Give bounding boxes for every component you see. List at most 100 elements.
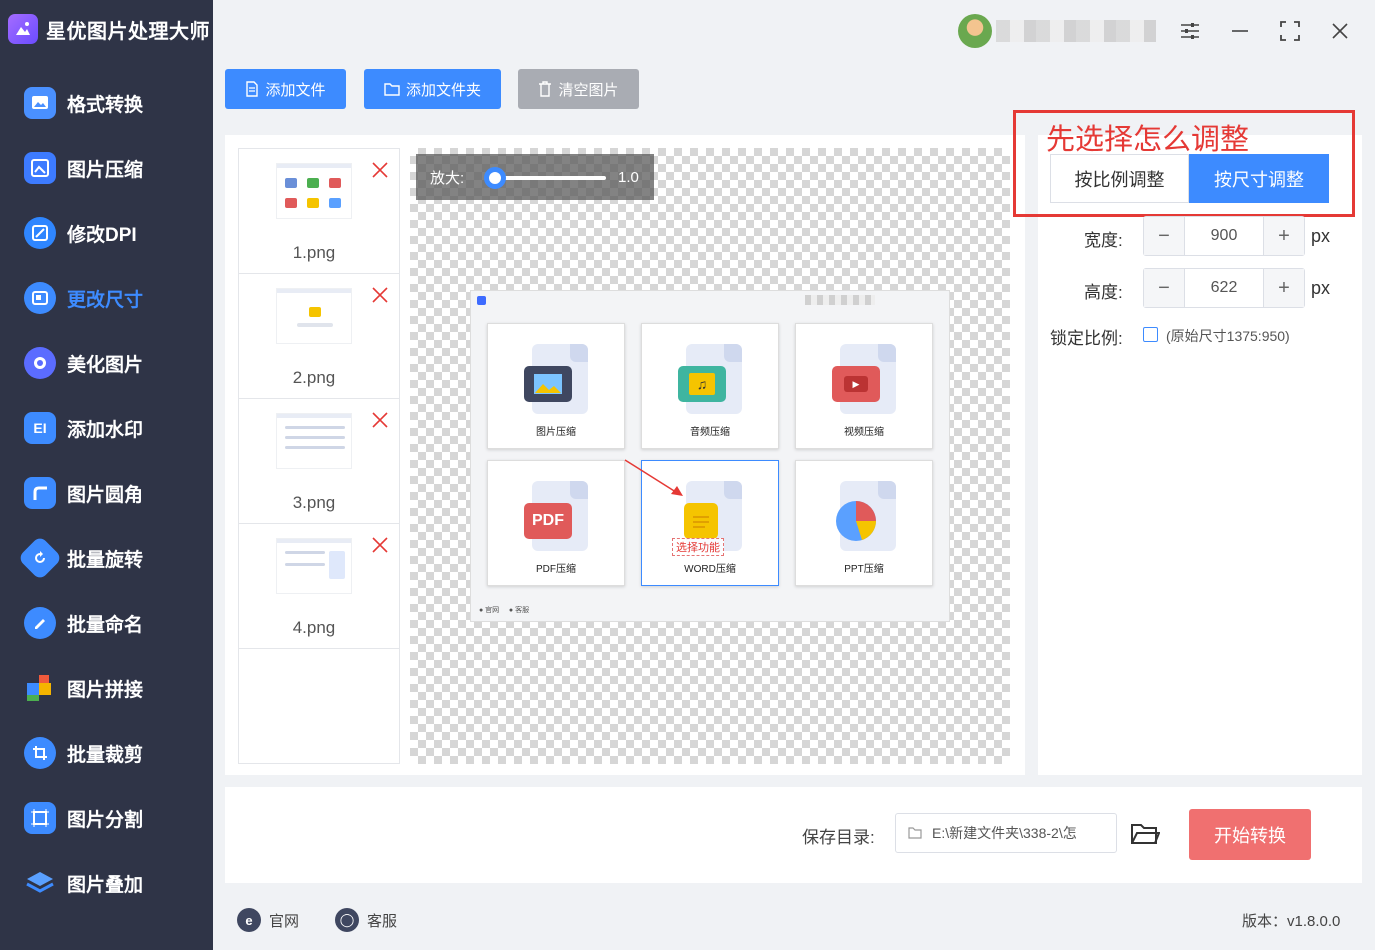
split-icon	[24, 802, 56, 834]
file-list-item[interactable]: 4.png	[239, 524, 399, 649]
annotation-select-function: 选择功能	[672, 538, 724, 556]
width-input[interactable]: 900	[1184, 217, 1264, 255]
website-link[interactable]: e 官网	[237, 907, 299, 933]
website-label: 官网	[269, 912, 300, 930]
delete-file-icon[interactable]	[371, 411, 389, 429]
maximize-icon[interactable]	[1275, 16, 1305, 46]
zoom-value: 1.0	[618, 168, 639, 186]
sidebar-item-crop[interactable]: 批量裁剪	[0, 727, 213, 779]
width-decrease-button[interactable]: −	[1144, 217, 1184, 255]
user-avatar[interactable]	[958, 14, 992, 48]
beautify-icon	[24, 347, 56, 379]
settings-sliders-icon[interactable]	[1175, 16, 1205, 46]
app-name: 星优图片处理大师	[46, 20, 210, 43]
save-dir-path: E:\新建文件夹\338-2\怎	[932, 825, 1077, 841]
sidebar-item-label: 批量旋转	[67, 549, 144, 571]
file-thumbnail	[276, 288, 352, 344]
rename-icon	[24, 607, 56, 639]
add-folder-button[interactable]: 添加文件夹	[364, 69, 501, 109]
open-folder-icon[interactable]	[1130, 821, 1160, 847]
zoom-label: 放大:	[430, 169, 465, 187]
width-stepper[interactable]: − 900 +	[1143, 216, 1305, 256]
close-icon[interactable]	[1325, 16, 1355, 46]
resize-by-size-tab[interactable]: 按尺寸调整	[1189, 154, 1329, 203]
rotate-icon	[17, 535, 63, 581]
sidebar-item-format-convert[interactable]: 格式转换	[0, 77, 213, 129]
sidebar-item-label: 批量命名	[67, 614, 144, 636]
sidebar-item-image-compress[interactable]: 图片压缩	[0, 142, 213, 194]
preview-card-label: 视频压缩	[844, 427, 884, 438]
preview-card-label: PPT压缩	[844, 564, 884, 575]
sidebar-item-beautify[interactable]: 美化图片	[0, 337, 213, 389]
preview-card-label: 音频压缩	[690, 427, 730, 438]
height-increase-button[interactable]: +	[1264, 269, 1304, 307]
watermark-icon: EI	[24, 412, 56, 444]
preview-image: 图片压缩 ♫ 音频压缩 ▶ 视频压缩 PDF PDF压缩 WORD压缩 PPT压…	[470, 290, 950, 622]
puzzle-icon	[24, 672, 56, 704]
height-input[interactable]: 622	[1184, 269, 1264, 307]
file-thumbnail	[276, 413, 352, 469]
start-convert-button[interactable]: 开始转换	[1189, 809, 1311, 860]
support-link[interactable]: ◯ 客服	[335, 907, 397, 933]
sidebar-item-label: 图片叠加	[67, 874, 144, 896]
file-name: 1.png	[292, 243, 336, 262]
preview-card-label: PDF压缩	[536, 564, 576, 575]
annotation-arrow	[624, 459, 683, 496]
height-unit: px	[1311, 278, 1331, 298]
add-folder-label: 添加文件夹	[405, 81, 481, 99]
sidebar-item-rename[interactable]: 批量命名	[0, 597, 213, 649]
height-decrease-button[interactable]: −	[1144, 269, 1184, 307]
sidebar-item-label: 修改DPI	[67, 224, 137, 246]
width-increase-button[interactable]: +	[1264, 217, 1304, 255]
save-dir-input[interactable]: E:\新建文件夹\338-2\怎	[895, 813, 1117, 853]
sidebar-item-watermark[interactable]: EI 添加水印	[0, 402, 213, 454]
file-thumbnail	[276, 538, 352, 594]
sidebar-item-rotate[interactable]: 批量旋转	[0, 532, 213, 584]
sidebar-item-layers[interactable]: 图片叠加	[0, 857, 213, 909]
file-list-item[interactable]: 1.png	[239, 149, 399, 274]
zoom-control: 放大: 1.0	[416, 154, 654, 200]
height-stepper[interactable]: − 622 +	[1143, 268, 1305, 308]
delete-file-icon[interactable]	[371, 286, 389, 304]
layers-icon	[24, 867, 56, 899]
file-name: 4.png	[292, 618, 336, 637]
file-list-item[interactable]: 3.png	[239, 399, 399, 524]
add-file-button[interactable]: 添加文件	[225, 69, 346, 109]
resize-icon	[24, 282, 56, 314]
sidebar-item-dpi[interactable]: 修改DPI	[0, 207, 213, 259]
delete-file-icon[interactable]	[371, 161, 389, 179]
round-corner-icon	[24, 477, 56, 509]
lock-ratio-label: 锁定比例:	[1050, 329, 1123, 348]
save-dir-label: 保存目录:	[802, 828, 875, 847]
lock-ratio-checkbox[interactable]	[1143, 327, 1158, 342]
zoom-slider-handle[interactable]	[484, 167, 506, 189]
folder-icon	[384, 83, 400, 96]
file-thumbnail	[276, 163, 352, 219]
file-list: 1.png 2.png 3.png 4.png	[238, 148, 400, 764]
preview-card: ▶ 视频压缩	[795, 323, 933, 449]
sidebar-item-label: 图片圆角	[67, 484, 144, 506]
minimize-icon[interactable]	[1225, 16, 1255, 46]
preview-card: 图片压缩	[487, 323, 625, 449]
image-convert-icon	[24, 87, 56, 119]
sidebar-item-split[interactable]: 图片分割	[0, 792, 213, 844]
app-logo-icon	[8, 14, 38, 44]
sidebar-item-round-corner[interactable]: 图片圆角	[0, 467, 213, 519]
preview-card-label: 图片压缩	[536, 427, 576, 438]
delete-file-icon[interactable]	[371, 536, 389, 554]
sidebar-item-label: 添加水印	[67, 419, 144, 441]
preview-card: ♫ 音频压缩	[641, 323, 779, 449]
sidebar-item-label: 更改尺寸	[67, 289, 144, 311]
sidebar-item-label: 图片压缩	[67, 159, 144, 181]
sidebar-item-puzzle[interactable]: 图片拼接	[0, 662, 213, 714]
annotation-choose-mode: 先选择怎么调整	[1046, 124, 1250, 156]
image-compress-icon	[24, 152, 56, 184]
username-blurred	[996, 20, 1156, 42]
file-name: 2.png	[292, 368, 336, 387]
folder-outline-icon	[908, 827, 922, 839]
sidebar-item-label: 格式转换	[67, 94, 144, 116]
clear-images-button[interactable]: 清空图片	[518, 69, 639, 109]
file-list-item[interactable]: 2.png	[239, 274, 399, 399]
sidebar-item-resize[interactable]: 更改尺寸	[0, 272, 213, 324]
resize-by-ratio-tab[interactable]: 按比例调整	[1050, 154, 1189, 203]
